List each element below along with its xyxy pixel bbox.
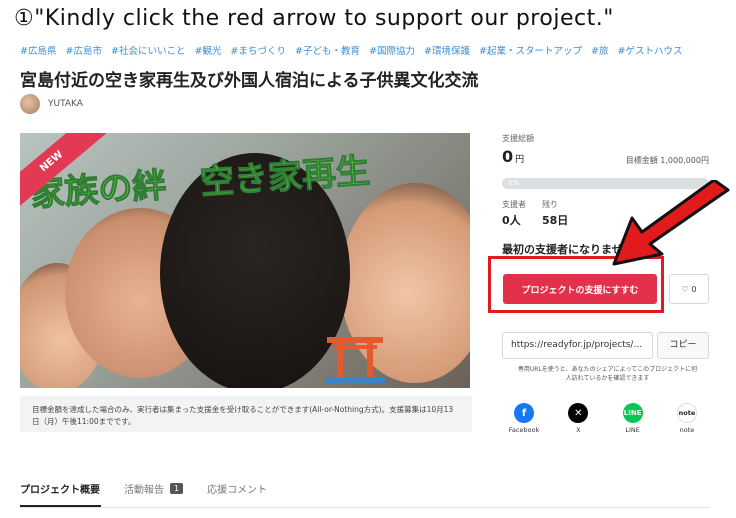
tag-link[interactable]: #広島県 [20,46,56,57]
share-line[interactable]: LINE LINE [611,403,655,434]
like-button[interactable]: ♡ 0 [669,274,709,304]
instruction-banner: ①"Kindly click the red arrow to support … [14,6,614,31]
tag-link[interactable]: #子ども・教育 [295,46,360,57]
facebook-icon: f [514,403,534,423]
heart-icon: ♡ [681,284,689,294]
tag-link[interactable]: #社会にいいこと [111,46,185,57]
total-label: 支援総額 [502,134,534,143]
copy-url-button[interactable]: コピー [657,332,709,359]
tag-link[interactable]: #まちづくり [231,46,286,57]
stats-row: 支援者 0人 残り 58日 [502,199,568,228]
tab-comments[interactable]: 応援コメント [207,481,267,496]
tag-link[interactable]: #ゲストハウス [618,46,683,57]
share-label: X [576,426,581,434]
remaining-stat: 残り 58日 [542,199,568,228]
tab-overview[interactable]: プロジェクト概要 [20,481,100,496]
remaining-value: 58日 [542,214,569,227]
amount-currency: 円 [515,155,525,165]
project-tabs: プロジェクト概要 活動報告 1 応援コメント [20,481,267,496]
tab-label: 活動報告 [124,485,164,496]
avatar [20,94,40,114]
tag-link[interactable]: #起業・スタートアップ [479,46,582,57]
share-label: Facebook [508,426,540,434]
share-url-field[interactable]: https://readyfor.jp/projects/... [502,332,653,359]
project-hero-image: 家族の絆 空き家再生 NEW [20,133,470,388]
share-url-note: 専用URLを使うと、あなたのシェアによってこのプロジェクトに何人訪れているかを確… [517,366,698,382]
all-or-nothing-notice: 目標金額を達成した場合のみ、実行者は集まった支援金を受け取ることができます(Al… [20,396,472,432]
tag-link[interactable]: #環境保護 [424,46,470,57]
support-project-button[interactable]: プロジェクトの支援にすすむ [503,274,657,304]
project-title: 宮島付近の空き家再生及び外国人宿泊による子供異文化交流 [20,71,479,91]
tab-label: 応援コメント [207,485,268,496]
amount-value: 0 [502,147,514,166]
supporters-label: 支援者 [502,200,526,209]
tag-link[interactable]: #旅 [591,46,608,57]
torii-gate-icon [325,337,385,383]
author-name: YUTAKA [48,99,83,109]
funding-panel: 支援総額 0円 目標金額 1,000,000円 0% 支援者 0人 残り 58日… [502,133,709,256]
tab-activity-reports[interactable]: 活動報告 1 [124,481,184,496]
goal-amount: 目標金額 1,000,000円 [625,156,709,165]
x-icon: ✕ [568,403,589,423]
supporters-value: 0人 [502,214,521,227]
share-facebook[interactable]: f Facebook [502,403,546,434]
note-icon: note [676,403,697,423]
author-link[interactable]: YUTAKA [20,94,83,114]
tab-label: プロジェクト概要 [20,485,100,496]
supporters-stat: 支援者 0人 [502,199,526,228]
progress-text: 0% [508,179,520,187]
share-note[interactable]: note note [665,403,709,434]
share-label: note [679,426,695,434]
tag-link[interactable]: #広島市 [66,46,102,57]
tab-count-badge: 1 [170,483,184,494]
remaining-label: 残り [542,200,558,209]
line-icon: LINE [622,403,643,423]
share-buttons: f Facebook ✕ X LINE LINE note note [502,403,709,434]
tag-list: #広島県 #広島市 #社会にいいこと #観光 #まちづくり #子ども・教育 #国… [20,43,688,57]
tag-link[interactable]: #国際協力 [369,46,415,57]
tag-link[interactable]: #観光 [195,46,222,57]
tab-divider [20,507,710,508]
funding-amount: 0円 [502,147,524,166]
like-count: 0 [691,284,697,294]
share-x[interactable]: ✕ X [556,403,600,434]
annotation-arrow-icon [612,180,730,266]
share-label: LINE [625,426,640,434]
